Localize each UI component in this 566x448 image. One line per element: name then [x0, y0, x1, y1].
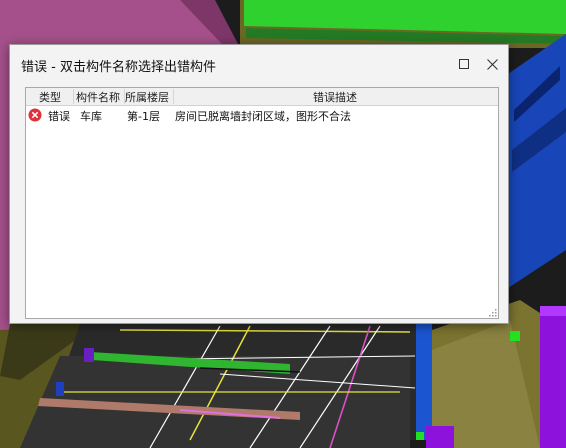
error-list[interactable]: 类型 构件名称 所属楼层 错误描述 错误 车库 第-1层 房间已脱离墙封闭区域，… [25, 87, 499, 319]
error-list-header: 类型 构件名称 所属楼层 错误描述 [26, 88, 498, 106]
cell-type: 错误 [48, 110, 70, 123]
maximize-icon [459, 59, 469, 69]
close-icon [486, 58, 498, 70]
cell-component[interactable]: 车库 [80, 108, 102, 124]
close-button[interactable] [479, 52, 505, 76]
purple-column[interactable] [540, 306, 566, 448]
dialog-title: 错误 - 双击构件名称选择出错构件 [21, 60, 216, 75]
maximize-button[interactable] [451, 52, 477, 76]
column-header-component[interactable]: 构件名称 [76, 89, 120, 105]
column-header-type[interactable]: 类型 [39, 89, 61, 105]
resize-grip-icon[interactable] [489, 309, 497, 317]
table-row[interactable]: 错误 车库 第-1层 房间已脱离墙封闭区域，图形不合法 [26, 106, 498, 124]
cell-floor: 第-1层 [127, 110, 160, 123]
column-header-description[interactable]: 错误描述 [313, 89, 357, 105]
dialog-titlebar[interactable]: 错误 - 双击构件名称选择出错构件 [10, 45, 508, 83]
error-icon [28, 108, 42, 122]
cell-description: 房间已脱离墙封闭区域，图形不合法 [175, 110, 351, 123]
column-header-floor[interactable]: 所属楼层 [125, 89, 169, 105]
error-dialog: 错误 - 双击构件名称选择出错构件 类型 构件名称 所属楼层 错误描述 错误 车… [9, 44, 509, 324]
